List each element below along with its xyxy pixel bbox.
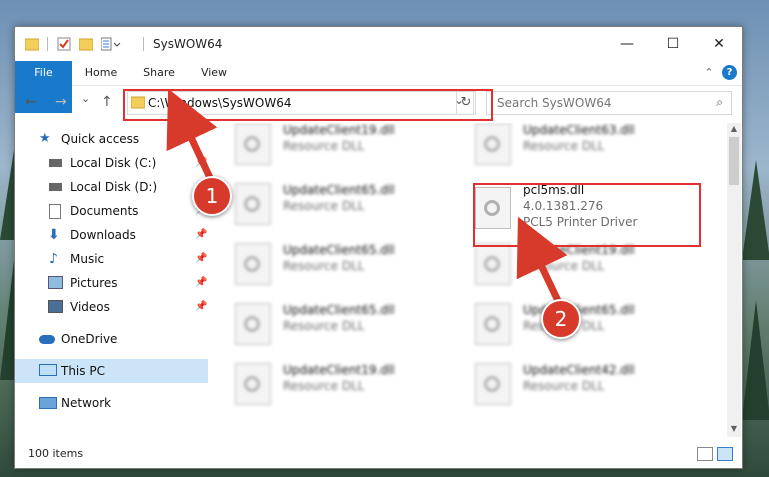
music-icon: ♪	[49, 251, 58, 267]
title-bar: SysWOW64 — ☐ ✕	[15, 27, 742, 61]
scroll-up-arrow-icon[interactable]: ▲	[727, 123, 741, 135]
list-item[interactable]: UpdateClient42.dll Resource DLL	[467, 359, 699, 411]
status-bar: 100 items	[15, 441, 742, 467]
sidebar-item-local-disk-c[interactable]: Local Disk (C:) 📌	[15, 151, 216, 175]
ribbon-tabs: File Home Share View ⌃ ?	[15, 61, 742, 113]
pin-icon[interactable]: 📌	[195, 295, 207, 319]
step-badge-1: 1	[192, 176, 232, 216]
pin-icon[interactable]: 📌	[195, 151, 207, 175]
cloud-icon	[39, 335, 55, 344]
close-button[interactable]: ✕	[696, 27, 742, 61]
folder-icon	[24, 37, 40, 53]
address-highlight-box	[123, 89, 493, 121]
search-icon[interactable]: ⌕	[716, 95, 723, 110]
details-view-icon[interactable]	[697, 447, 713, 461]
search-box[interactable]: ⌕	[486, 91, 732, 115]
back-button[interactable]: ←	[25, 94, 37, 110]
list-item[interactable]: UpdateClient65.dll Resource DLL	[227, 299, 459, 351]
file-highlight-box	[473, 183, 701, 247]
recent-locations-button[interactable]: ⌄	[81, 92, 90, 105]
sidebar-item-this-pc[interactable]: This PC	[15, 359, 208, 383]
maximize-button[interactable]: ☐	[650, 27, 696, 61]
sidebar-item-network[interactable]: Network	[15, 391, 208, 415]
sidebar-item-pictures[interactable]: Pictures 📌	[15, 271, 208, 295]
navigation-pane: ★ Quick access Local Disk (C:) 📌 Local D…	[15, 123, 211, 435]
separator	[143, 37, 144, 51]
minimize-button[interactable]: —	[604, 27, 650, 61]
forward-button[interactable]: →	[55, 94, 67, 110]
explorer-window: SysWOW64 — ☐ ✕ File Home Share View ⌃ ? …	[14, 26, 743, 469]
list-item[interactable]: UpdateClient65.dll Resource DLL	[227, 179, 459, 231]
dll-file-icon	[235, 243, 271, 285]
dll-file-icon	[475, 303, 511, 345]
step-badge-2: 2	[541, 299, 581, 339]
up-button[interactable]: ↑	[101, 94, 113, 110]
file-list: UpdateClient19.dll Resource DLL UpdateCl…	[213, 123, 727, 435]
tab-view[interactable]: View	[191, 61, 237, 85]
list-item[interactable]: UpdateClient19.dll Resource DLL	[227, 123, 459, 171]
dll-file-icon	[475, 243, 511, 285]
collapse-ribbon-icon[interactable]: ⌃	[701, 61, 717, 85]
properties-icon[interactable]	[57, 37, 71, 53]
item-count: 100 items	[28, 447, 84, 460]
list-item[interactable]: UpdateClient63.dll Resource DLL	[467, 123, 699, 171]
window-title: SysWOW64	[153, 37, 223, 51]
sidebar-item-documents[interactable]: Documents 📌	[15, 199, 208, 223]
tab-share[interactable]: Share	[134, 61, 184, 85]
dll-file-icon	[235, 123, 271, 165]
list-item[interactable]: UpdateClient65.dll Resource DLL	[467, 299, 699, 351]
dll-file-icon	[235, 183, 271, 225]
download-icon: ⬇	[48, 227, 60, 243]
computer-icon	[39, 364, 57, 376]
new-folder-icon[interactable]	[78, 37, 94, 53]
sidebar-item-onedrive[interactable]: OneDrive	[15, 327, 208, 351]
help-icon[interactable]: ?	[722, 65, 737, 80]
drive-icon	[49, 159, 62, 167]
drive-icon	[49, 183, 62, 191]
vertical-scrollbar[interactable]: ▲ ▼	[727, 123, 741, 437]
large-icons-view-icon[interactable]	[717, 447, 733, 461]
dll-file-icon	[475, 363, 511, 405]
pin-icon[interactable]: 📌	[195, 271, 207, 295]
dll-file-icon	[475, 123, 511, 165]
list-item[interactable]: UpdateClient65.dll Resource DLL	[227, 239, 459, 291]
pin-icon[interactable]: 📌	[195, 223, 207, 247]
star-icon: ★	[39, 131, 51, 146]
sidebar-item-videos[interactable]: Videos 📌	[15, 295, 208, 319]
videos-icon	[48, 300, 63, 313]
dll-file-icon	[235, 363, 271, 405]
documents-icon	[49, 204, 61, 219]
customize-toolbar-icon[interactable]	[100, 37, 123, 53]
list-item[interactable]: UpdateClient19.dll Resource DLL	[227, 359, 459, 411]
sidebar-item-local-disk-d[interactable]: Local Disk (D:) 📌	[15, 175, 208, 199]
pin-icon[interactable]: 📌	[195, 247, 207, 271]
separator	[47, 37, 48, 51]
search-input[interactable]	[495, 95, 699, 111]
sidebar-item-quick-access[interactable]: ★ Quick access	[15, 127, 208, 151]
network-icon	[39, 397, 57, 409]
scrollbar-thumb[interactable]	[729, 137, 739, 185]
dll-file-icon	[235, 303, 271, 345]
tab-home[interactable]: Home	[76, 61, 126, 85]
sidebar-item-downloads[interactable]: ⬇ Downloads 📌	[15, 223, 208, 247]
pictures-icon	[48, 276, 63, 289]
scroll-down-arrow-icon[interactable]: ▼	[727, 423, 741, 435]
sidebar-item-music[interactable]: ♪ Music 📌	[15, 247, 208, 271]
